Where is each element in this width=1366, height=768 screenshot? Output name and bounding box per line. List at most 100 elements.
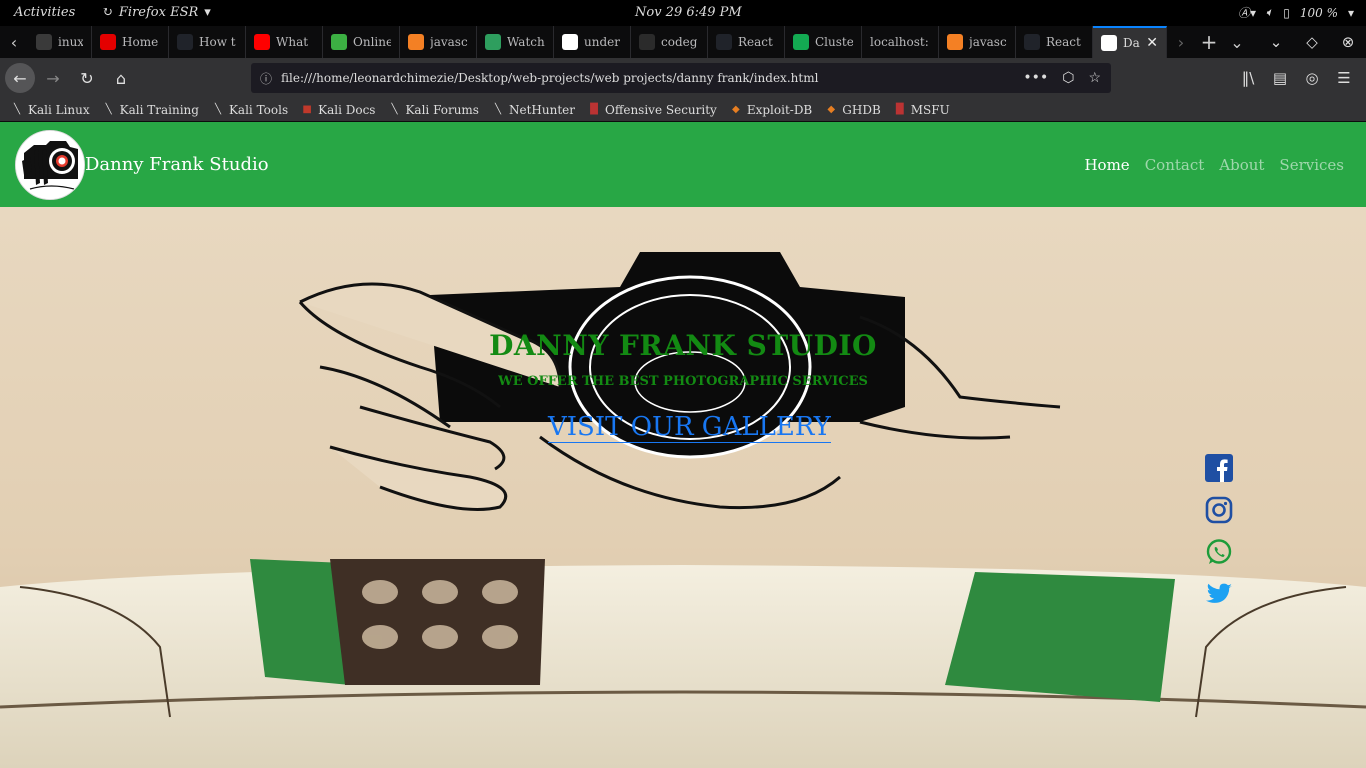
tab-title: React xyxy=(1046,35,1081,49)
bookmark-item[interactable]: ╲ NetHunter xyxy=(491,103,575,117)
clock[interactable]: Nov 29 6:49 PM xyxy=(635,5,742,20)
tab-title: Da xyxy=(1123,36,1140,50)
minimize-diamond-icon[interactable]: ◇ xyxy=(1294,26,1330,58)
codegrepper-icon xyxy=(639,34,655,50)
kali-icon xyxy=(36,34,52,50)
google-icon xyxy=(562,34,578,50)
bookmark-item[interactable]: ╲ Kali Forums xyxy=(387,103,479,117)
bookmark-label: Kali Docs xyxy=(318,102,376,117)
menu-contact-link[interactable]: Contact xyxy=(1145,156,1205,174)
browser-tab[interactable]: javasc xyxy=(939,26,1016,58)
browser-tab[interactable]: How t xyxy=(169,26,246,58)
tab-title: Online xyxy=(353,35,391,49)
browser-tab[interactable]: React xyxy=(708,26,785,58)
list-all-tabs-icon[interactable]: ⌄ xyxy=(1223,26,1251,58)
browser-tab[interactable]: Cluste xyxy=(785,26,862,58)
facebook-icon[interactable] xyxy=(1205,454,1233,482)
menu-services-link[interactable]: Services xyxy=(1279,156,1344,174)
visit-gallery-link[interactable]: VISIT OUR GALLERY xyxy=(548,412,831,443)
window-close-icon[interactable]: ⊗ xyxy=(1330,26,1366,58)
tab-scroll-left-icon[interactable]: ‹ xyxy=(0,26,28,58)
page-actions-icon[interactable]: ••• xyxy=(1023,70,1048,86)
kali-dragon-icon: ╲ xyxy=(13,104,21,115)
accessibility-icon[interactable]: Ⓐ▾ xyxy=(1238,4,1256,21)
chevron-down-icon: ▾ xyxy=(1347,5,1354,20)
bookmark-label: Exploit-DB xyxy=(746,102,813,117)
bookmark-item[interactable]: ◆ GHDB xyxy=(824,102,881,117)
bookmark-item[interactable]: ■ Kali Docs xyxy=(300,103,375,117)
app-menu[interactable]: ↻ Firefox ESR ▾ xyxy=(102,5,211,20)
youtube-icon xyxy=(254,34,270,50)
browser-tab[interactable]: under xyxy=(554,26,631,58)
studio-logo[interactable] xyxy=(15,130,85,200)
instagram-icon[interactable] xyxy=(1205,496,1233,524)
window-menu-chevron-icon[interactable]: ⌄ xyxy=(1258,26,1294,58)
url-bar[interactable]: ⓘ file:///home/leonardchimezie/Desktop/w… xyxy=(251,63,1111,93)
browser-tab[interactable]: Home xyxy=(92,26,169,58)
bookmark-item[interactable]: ╲ Kali Tools xyxy=(211,103,288,117)
site-brand[interactable]: Danny Frank Studio xyxy=(85,154,269,175)
system-top-bar: Activities ↻ Firefox ESR ▾ Nov 29 6:49 P… xyxy=(0,0,1366,26)
menu-home-link[interactable]: Home xyxy=(1084,156,1129,174)
web-page: Danny Frank Studio Home Contact About Se… xyxy=(0,122,1366,768)
bookmark-item[interactable]: █ MSFU xyxy=(893,103,950,117)
tab-title: React xyxy=(738,35,773,49)
browser-tab[interactable]: codeg xyxy=(631,26,708,58)
kali-docs-icon: ■ xyxy=(302,104,312,115)
camera-icon xyxy=(1101,35,1117,51)
browser-tab[interactable]: What xyxy=(246,26,323,58)
exploitdb-icon: ◆ xyxy=(731,104,740,115)
bookmark-label: Kali Tools xyxy=(228,102,289,117)
menu-about-link[interactable]: About xyxy=(1219,156,1264,174)
browser-tab[interactable]: Da ✕ xyxy=(1093,26,1167,58)
hero-subtitle: WE OFFER THE BEST PHOTOGRAPHIC SERVICES xyxy=(498,374,868,389)
react-icon xyxy=(177,34,193,50)
browser-tab[interactable]: Online xyxy=(323,26,400,58)
browser-tab[interactable]: localhost: xyxy=(862,26,939,58)
hamburger-menu-icon[interactable]: ☰ xyxy=(1328,62,1360,94)
bookmark-item[interactable]: ◆ Exploit-DB xyxy=(729,103,812,117)
pocket-icon[interactable]: ⬡ xyxy=(1062,70,1074,86)
activities-button[interactable]: Activities xyxy=(14,5,75,20)
tab-title: Watch xyxy=(507,35,545,49)
bookmark-item[interactable]: █ Offensive Security xyxy=(587,103,717,117)
url-text[interactable]: file:///home/leonardchimezie/Desktop/web… xyxy=(281,71,1023,85)
whatsapp-icon[interactable] xyxy=(1205,538,1233,566)
hero-section: DANNY FRANK STUDIO WE OFFER THE BEST PHO… xyxy=(0,207,1366,768)
browser-tab[interactable]: inux xyxy=(28,26,92,58)
tab-list: inux Home How t What Online javasc Watch under c… xyxy=(28,26,1167,58)
home-button[interactable]: ⌂ xyxy=(105,62,137,94)
library-icon[interactable]: ‖\ xyxy=(1232,62,1264,94)
camera-logo-icon xyxy=(16,131,84,199)
tab-title: Home xyxy=(122,35,159,49)
kali-dragon-icon: ╲ xyxy=(494,104,501,115)
new-tab-icon[interactable]: + xyxy=(1195,26,1223,58)
sidebar-icon[interactable]: ▤ xyxy=(1264,62,1296,94)
bookmark-star-icon[interactable]: ☆ xyxy=(1088,70,1101,86)
browser-tab[interactable]: Watch xyxy=(477,26,554,58)
tab-title: inux xyxy=(58,35,83,49)
home-icon: ⌂ xyxy=(115,68,127,88)
browser-tab[interactable]: React xyxy=(1016,26,1093,58)
tab-title: codeg xyxy=(661,35,698,49)
account-icon[interactable]: ◎ xyxy=(1296,62,1328,94)
forward-button[interactable]: → xyxy=(37,62,69,94)
site-menu: Home Contact About Services xyxy=(1084,156,1344,174)
hero-title: DANNY FRANK STUDIO xyxy=(489,329,877,362)
tab-title: under xyxy=(584,35,620,49)
tab-close-icon[interactable]: ✕ xyxy=(1146,35,1158,51)
twitter-icon[interactable] xyxy=(1205,580,1233,608)
reload-button[interactable]: ↻ xyxy=(71,62,103,94)
browser-tab[interactable]: javasc xyxy=(400,26,477,58)
exploitdb-icon: ◆ xyxy=(827,104,836,115)
kali-dragon-icon: ╲ xyxy=(105,104,112,115)
bookmark-item[interactable]: ╲ Kali Linux xyxy=(10,103,90,117)
back-button[interactable]: ← xyxy=(5,63,35,93)
bookmark-label: GHDB xyxy=(842,102,881,117)
bookmark-item[interactable]: ╲ Kali Training xyxy=(102,103,199,117)
reload-icon: ↻ xyxy=(80,68,94,88)
system-status-area[interactable]: Ⓐ▾ 🔈︎ ▯ 100 % ▾ xyxy=(1238,4,1354,21)
site-info-icon[interactable]: ⓘ xyxy=(251,70,281,87)
offsec-icon: █ xyxy=(590,104,598,115)
tab-scroll-right-icon[interactable]: › xyxy=(1167,26,1195,58)
